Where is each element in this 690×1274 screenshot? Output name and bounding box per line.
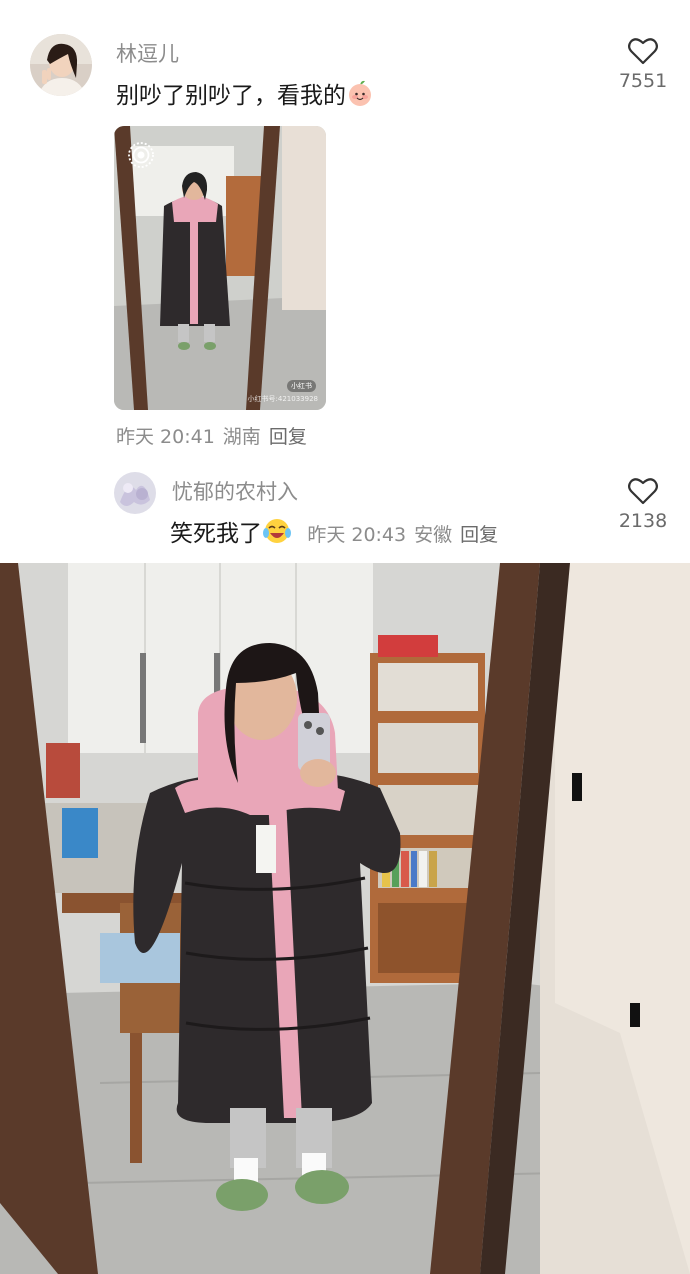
reply-text: 笑死我了	[170, 521, 262, 547]
comment-like-button[interactable]: 7551	[608, 36, 678, 92]
commenter-name[interactable]: 林逗儿	[116, 38, 179, 68]
reply-reply-button[interactable]: 回复	[460, 524, 498, 546]
mirror-selfie-photo[interactable]	[0, 563, 690, 1274]
laugh-cry-icon	[262, 517, 292, 551]
comment-location: 湖南	[222, 426, 261, 448]
replier-avatar[interactable]	[114, 472, 156, 514]
reply-time: 昨天 20:43	[307, 524, 407, 546]
reply-location: 安徽	[414, 524, 453, 546]
comment-like-count: 7551	[618, 70, 668, 92]
reply-like-count: 2138	[618, 510, 668, 532]
heart-outline-icon[interactable]	[627, 36, 659, 66]
peach-smile-icon	[346, 79, 374, 113]
comment-image[interactable]: 小红书 小红书号:421033928	[114, 126, 326, 410]
heart-outline-icon[interactable]	[627, 476, 659, 506]
reply-like-button[interactable]: 2138	[608, 476, 678, 532]
comment-reply-button[interactable]: 回复	[269, 426, 307, 448]
live-photo-icon[interactable]	[126, 140, 156, 170]
comment-time: 昨天 20:41	[116, 426, 215, 448]
reply-row: 笑死我了 昨天 20:43 安徽 回复	[170, 514, 506, 551]
commenter-avatar[interactable]	[30, 34, 92, 96]
comment-text: 别吵了别吵了，看我的	[116, 76, 374, 113]
replier-name[interactable]: 忧郁的农村入	[172, 476, 298, 506]
reply-meta: 昨天 20:43 安徽 回复	[307, 524, 506, 546]
comment-text-content: 别吵了别吵了，看我的	[116, 83, 346, 109]
watermark-badge: 小红书	[287, 380, 316, 392]
comment-meta: 昨天 20:41 湖南 回复	[116, 422, 315, 449]
image-watermark: 小红书号:421033928	[247, 395, 318, 403]
